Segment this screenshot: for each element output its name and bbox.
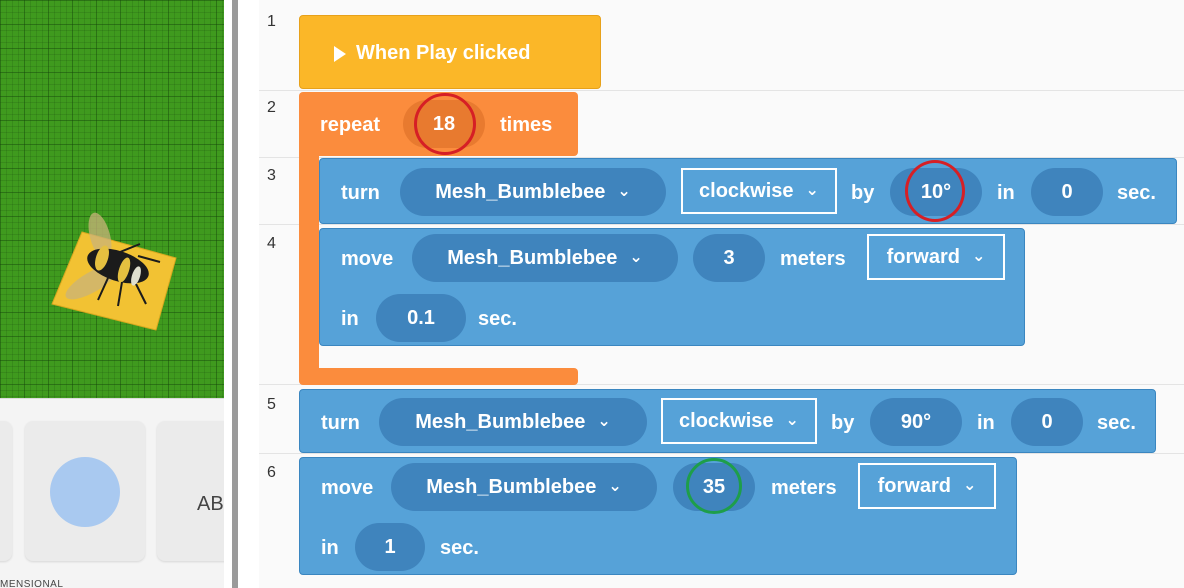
chevron-down-icon: ⌄: [629, 249, 643, 266]
object-dropdown[interactable]: Mesh_Bumblebee ⌄: [412, 234, 678, 282]
line-number: 5: [267, 396, 276, 413]
sec-label: sec.: [440, 537, 479, 559]
asset-tile[interactable]: [0, 421, 12, 561]
event-label-text: When Play clicked: [356, 42, 531, 64]
repeat-block-arm: [299, 150, 319, 378]
move-keyword: move: [341, 248, 394, 270]
direction-value: clockwise: [699, 179, 794, 202]
line-number: 3: [267, 167, 276, 184]
repeat-block[interactable]: repeat 18 times: [299, 92, 578, 156]
move-block[interactable]: move Mesh_Bumblebee ⌄ 35 meters forward ⌄ …: [299, 457, 1017, 575]
turn-keyword: turn: [341, 182, 380, 204]
object-name: Mesh_Bumblebee: [435, 180, 606, 203]
duration-input[interactable]: 0: [1031, 168, 1103, 216]
turn-block[interactable]: turn Mesh_Bumblebee ⌄ clockwise ⌄ by 90° i…: [299, 389, 1156, 453]
object-name: Mesh_Bumblebee: [426, 475, 597, 498]
object-name: Mesh_Bumblebee: [447, 246, 618, 269]
line-number: 2: [267, 99, 276, 116]
line-divider: [259, 453, 1184, 454]
3d-scene-view[interactable]: [0, 0, 224, 398]
duration-input[interactable]: 0: [1011, 398, 1083, 446]
panel-splitter[interactable]: [232, 0, 238, 588]
text-asset-label: AB: [197, 493, 224, 515]
angle-input[interactable]: 10°: [890, 168, 982, 216]
in-label: in: [341, 308, 359, 330]
move-direction-value: forward: [886, 245, 960, 268]
asset-category-label: MENSIONAL: [0, 579, 64, 588]
chevron-down-icon: ⌄: [608, 478, 622, 495]
object-dropdown[interactable]: Mesh_Bumblebee ⌄: [400, 168, 666, 216]
chevron-down-icon: ⌄: [962, 477, 977, 494]
move-direction-dropdown[interactable]: forward ⌄: [858, 463, 996, 509]
in-label: in: [321, 537, 339, 559]
object-dropdown[interactable]: Mesh_Bumblebee ⌄: [391, 463, 657, 511]
in-label: in: [997, 182, 1015, 204]
turn-block[interactable]: turn Mesh_Bumblebee ⌄ clockwise ⌄ by 10° i…: [319, 158, 1177, 224]
repeat-count-input[interactable]: 18: [403, 100, 485, 148]
event-label: When Play clicked: [334, 42, 531, 65]
object-name: Mesh_Bumblebee: [415, 410, 586, 433]
chevron-down-icon: ⌄: [617, 183, 631, 200]
distance-input[interactable]: 3: [693, 234, 765, 282]
when-play-clicked-block[interactable]: When Play clicked: [299, 15, 601, 89]
line-divider: [259, 90, 1184, 91]
move-keyword: move: [321, 477, 374, 499]
chevron-down-icon: ⌄: [597, 413, 611, 430]
sphere-asset-tile[interactable]: [25, 421, 145, 561]
move-block[interactable]: move Mesh_Bumblebee ⌄ 3 meters forward ⌄ i…: [319, 228, 1025, 346]
line-number: 6: [267, 464, 276, 481]
sec-label: sec.: [1117, 182, 1156, 204]
direction-dropdown[interactable]: clockwise ⌄: [681, 168, 837, 214]
meters-label: meters: [771, 477, 837, 499]
move-direction-dropdown[interactable]: forward ⌄: [867, 234, 1005, 280]
distance-input[interactable]: 35: [673, 463, 755, 511]
sec-label: sec.: [1097, 412, 1136, 434]
chevron-down-icon: ⌄: [805, 182, 819, 199]
play-icon: [334, 45, 346, 62]
line-number: 1: [267, 13, 276, 30]
duration-input[interactable]: 1: [355, 523, 425, 571]
object-dropdown[interactable]: Mesh_Bumblebee ⌄: [379, 398, 647, 446]
move-direction-value: forward: [877, 474, 951, 497]
sphere-icon: [50, 457, 120, 527]
sec-label: sec.: [478, 308, 517, 330]
direction-value: clockwise: [679, 409, 774, 432]
chevron-down-icon: ⌄: [785, 412, 799, 429]
direction-dropdown[interactable]: clockwise ⌄: [661, 398, 817, 444]
duration-input[interactable]: 0.1: [376, 294, 466, 342]
line-number: 4: [267, 235, 276, 252]
text-asset-tile[interactable]: AB: [157, 421, 224, 561]
repeat-keyword: repeat: [320, 114, 381, 136]
turn-keyword: turn: [321, 412, 360, 434]
repeat-times-label: times: [500, 114, 553, 136]
by-label: by: [831, 412, 855, 434]
asset-library-strip: AB MENSIONAL: [0, 398, 224, 588]
chevron-down-icon: ⌄: [971, 248, 986, 265]
repeat-block-footer: [299, 368, 578, 385]
in-label: in: [977, 412, 995, 434]
line-divider: [259, 224, 1184, 225]
meters-label: meters: [780, 248, 846, 270]
by-label: by: [851, 182, 875, 204]
bumblebee-model[interactable]: [0, 0, 224, 398]
angle-input[interactable]: 90°: [870, 398, 962, 446]
